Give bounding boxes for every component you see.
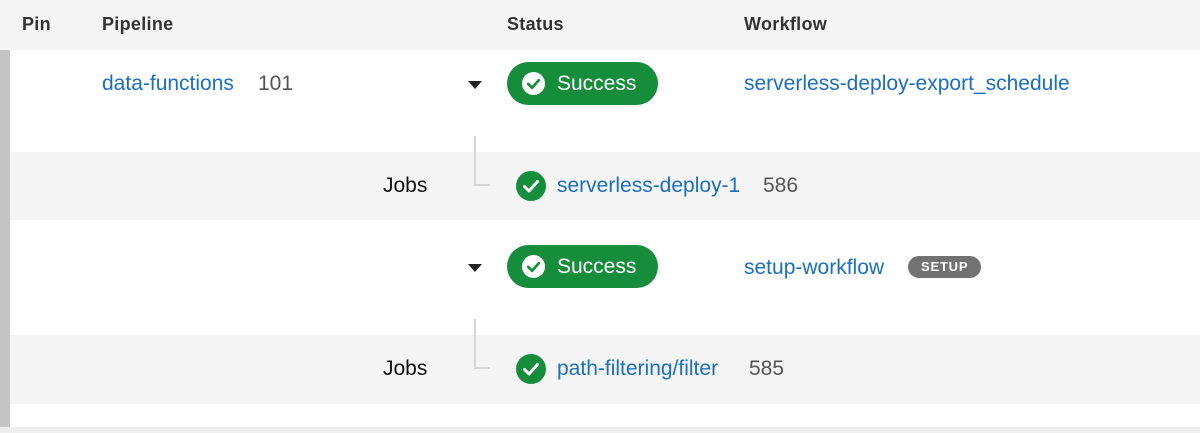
job-link[interactable]: serverless-deploy-1	[557, 174, 740, 198]
expand-toggle-caret[interactable]	[468, 264, 482, 272]
column-header-pin: Pin	[22, 14, 51, 34]
tree-connector	[474, 319, 490, 369]
check-circle-icon	[521, 254, 546, 279]
job-number: 586	[763, 174, 799, 197]
check-circle-icon	[516, 171, 546, 201]
table-footer-divider	[0, 427, 1200, 433]
table-header: Pin Pipeline Status Workflow	[0, 0, 1200, 50]
pipeline-group-indicator	[0, 50, 10, 433]
status-badge-success[interactable]: Success	[507, 62, 658, 105]
workflow-link[interactable]: setup-workflow	[744, 256, 884, 280]
check-circle-icon	[521, 71, 546, 96]
jobs-label: Jobs	[383, 174, 428, 197]
setup-badge: SETUP	[908, 256, 982, 278]
column-header-workflow: Workflow	[744, 14, 828, 34]
pipeline-number: 101	[258, 72, 294, 95]
job-number: 585	[749, 357, 785, 380]
jobs-label: Jobs	[383, 357, 428, 380]
workflow-link[interactable]: serverless-deploy-export_schedule	[744, 72, 1070, 96]
pipeline-link[interactable]: data-functions	[102, 72, 234, 96]
status-badge-success[interactable]: Success	[507, 245, 658, 288]
tree-connector	[474, 136, 490, 186]
status-label: Success	[557, 255, 637, 278]
column-header-pipeline: Pipeline	[102, 14, 174, 34]
status-label: Success	[557, 72, 637, 95]
check-circle-icon	[516, 354, 546, 384]
job-link[interactable]: path-filtering/filter	[557, 357, 718, 381]
column-header-status: Status	[507, 14, 564, 34]
expand-toggle-caret[interactable]	[468, 81, 482, 89]
